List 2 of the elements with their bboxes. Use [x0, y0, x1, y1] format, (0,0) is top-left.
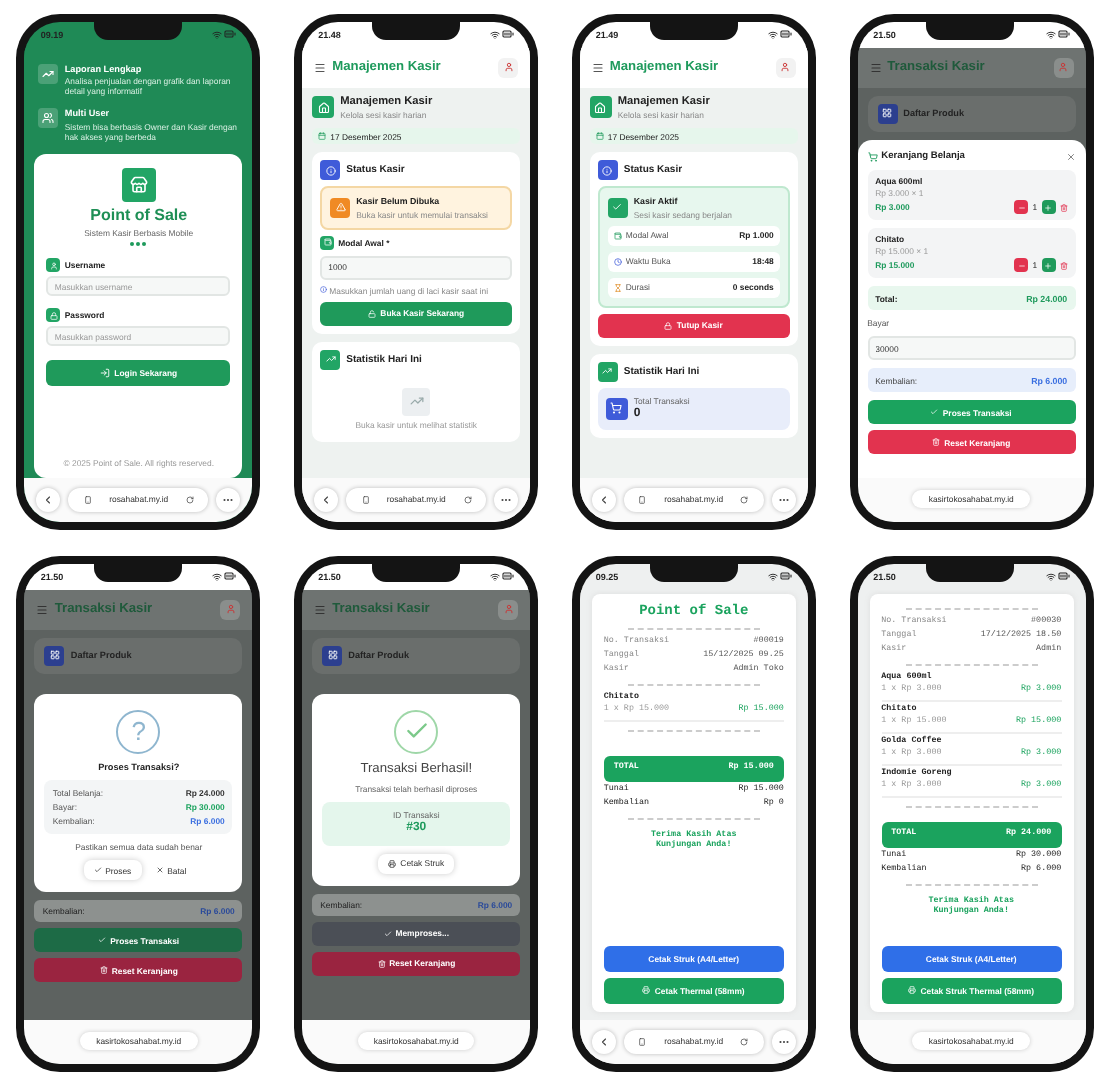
question-icon: ?	[116, 709, 161, 753]
app-title: Point of Sale	[90, 205, 188, 225]
